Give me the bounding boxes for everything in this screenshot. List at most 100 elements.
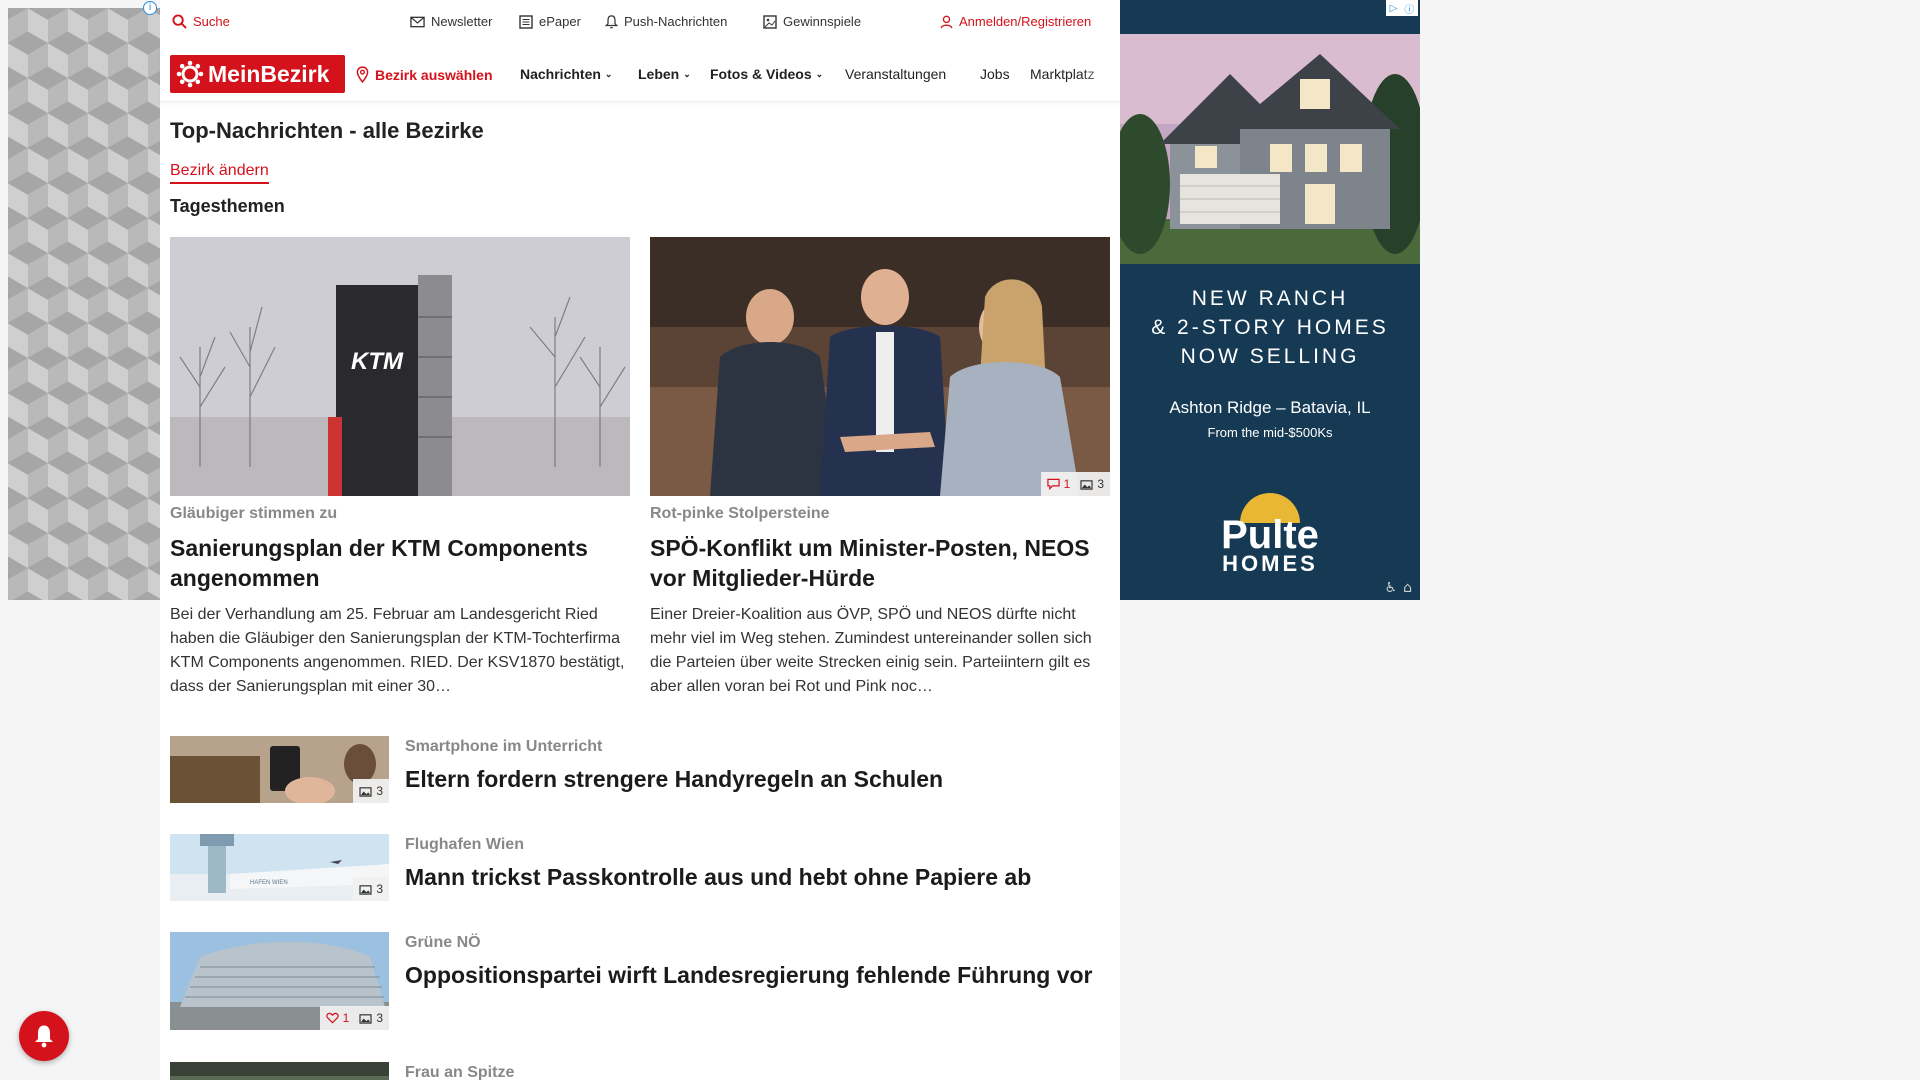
- user-icon: [940, 15, 953, 28]
- ktm-building-image: KTM: [170, 237, 630, 496]
- photo-icon: [359, 884, 372, 895]
- article-kicker: Grüne NÖ: [405, 934, 481, 951]
- article-thumbnail[interactable]: [170, 1062, 389, 1080]
- display-ad-right[interactable]: NEW RANCH & 2-STORY HOMES NOW SELLING As…: [1120, 0, 1420, 600]
- article-image[interactable]: 1 3: [650, 237, 1110, 496]
- search-icon: [172, 14, 187, 29]
- login-label: Anmelden/Registrieren: [959, 14, 1092, 29]
- politicians-handshake-image: [650, 237, 1110, 496]
- article-kicker: Gläubiger stimmen zu: [170, 505, 338, 522]
- featured-article-card[interactable]: 1 3 Rot-pinke Stolpersteine SPÖ-Konflikt…: [650, 237, 1110, 699]
- comment-icon: [1046, 478, 1060, 490]
- pulte-homes-logo: Pulte HOMES: [1210, 485, 1330, 576]
- location-pin-icon: [356, 66, 369, 83]
- nav-item-nachrichten[interactable]: Nachrichten ⌄: [520, 66, 612, 82]
- main-navigation: MeinBezirk Bezirk auswählen Nachrichten ⌄…: [160, 46, 1120, 102]
- logo-text: MeinBezirk: [208, 60, 330, 87]
- article-teaser: Bei der Verhandlung am 25. Februar am La…: [170, 606, 625, 695]
- article-kicker: Frau an Spitze: [405, 1064, 515, 1080]
- gewinnspiele-link[interactable]: Gewinnspiele: [763, 14, 861, 29]
- utility-bar: Suche Newsletter ePaper Push-Nachrichten…: [160, 0, 1120, 46]
- nav-item-label: Nachrichten: [520, 66, 601, 82]
- article-thumbnail[interactable]: 3: [170, 736, 389, 803]
- photo-icon: [359, 786, 372, 797]
- section-title: Tagesthemen: [170, 196, 285, 216]
- nav-item-label: Fotos & Videos: [710, 66, 812, 82]
- newsletter-link[interactable]: Newsletter: [410, 14, 492, 29]
- article-meta-badge: 3: [353, 779, 389, 803]
- gewinnspiele-label: Gewinnspiele: [783, 14, 862, 29]
- article-meta-badge: 3: [353, 877, 389, 901]
- nav-item-jobs[interactable]: Jobs: [980, 66, 1010, 82]
- adchoices-icon[interactable]: ▷ ⓘ: [1386, 0, 1418, 16]
- push-notifications-link[interactable]: Push-Nachrichten: [605, 14, 727, 29]
- site-logo[interactable]: MeinBezirk: [170, 55, 345, 93]
- select-district-button[interactable]: Bezirk auswählen: [356, 66, 493, 83]
- ad-location: Ashton Ridge – Batavia, IL: [1169, 398, 1371, 417]
- login-link[interactable]: Anmelden/Registrieren: [940, 14, 1091, 29]
- info-icon: ⓘ: [1404, 4, 1415, 16]
- nav-item-leben[interactable]: Leben ⌄: [638, 66, 691, 82]
- airport-sign-text: HAFEN WIEN: [250, 880, 288, 886]
- ad-footer-icons: ♿ ⌂: [1385, 580, 1412, 596]
- article-title[interactable]: Eltern fordern strengere Handyregeln an …: [405, 764, 1105, 795]
- photo-count: 3: [376, 882, 383, 896]
- page-title: Top-Nachrichten - alle Bezirke: [170, 118, 484, 143]
- article-kicker: Flughafen Wien: [405, 836, 524, 853]
- logo-sun-icon: [176, 60, 204, 88]
- nav-item-label: Leben: [638, 66, 680, 82]
- comments-count: 1: [1046, 477, 1070, 491]
- select-district-label: Bezirk auswählen: [375, 66, 493, 83]
- nav-item-label: Veranstaltungen: [845, 66, 947, 82]
- epaper-label: ePaper: [539, 14, 581, 29]
- photo-count: 3: [376, 1011, 383, 1025]
- ad-info-icon[interactable]: i: [143, 1, 157, 15]
- photo-icon: [359, 1013, 372, 1024]
- featured-article-card[interactable]: KTM Gläubiger stimmen zu Sanierungsplan …: [170, 237, 630, 699]
- play-icon: ▷: [1389, 2, 1398, 14]
- photo-count: 3: [1097, 477, 1104, 491]
- mail-icon: [410, 16, 425, 27]
- ktm-sign-text: KTM: [351, 348, 404, 375]
- article-title[interactable]: Mann trickst Passkontrolle aus und hebt …: [405, 862, 1105, 893]
- epaper-link[interactable]: ePaper: [519, 14, 581, 29]
- search-label: Suche: [193, 14, 230, 29]
- article-image[interactable]: KTM: [170, 237, 630, 496]
- push-label: Push-Nachrichten: [624, 14, 728, 29]
- gift-icon: [763, 14, 777, 29]
- article-title[interactable]: Oppositionspartei wirft Landesregierung …: [405, 960, 1105, 991]
- photo-icon: [1080, 479, 1093, 490]
- article-thumbnail[interactable]: 1 3: [170, 932, 389, 1030]
- main-column: Suche Newsletter ePaper Push-Nachrichten…: [160, 0, 1120, 1080]
- ad-house-image: [1120, 34, 1420, 264]
- heart-icon: [325, 1012, 339, 1024]
- article-title[interactable]: Sanierungsplan der KTM Components angeno…: [170, 533, 630, 593]
- article-meta-badge: 1 3: [1040, 472, 1110, 496]
- article-meta-badge: 1 3: [319, 1006, 389, 1030]
- bell-icon: [35, 1025, 53, 1048]
- chevron-down-icon: ⌄: [815, 68, 824, 79]
- newsletter-label: Newsletter: [431, 14, 493, 29]
- article-thumbnail[interactable]: HAFEN WIEN 3: [170, 834, 389, 901]
- ad-price: From the mid-$500Ks: [1207, 425, 1333, 440]
- newspaper-icon: [519, 14, 533, 29]
- accessibility-icon: ♿: [1384, 580, 1398, 596]
- photo-count: 3: [376, 784, 383, 798]
- likes-count: 1: [325, 1011, 349, 1025]
- article-kicker: Smartphone im Unterricht: [405, 738, 603, 755]
- equal-housing-icon: ⌂: [1403, 580, 1412, 596]
- skin-ad-left[interactable]: [8, 8, 160, 600]
- bell-icon: [605, 14, 618, 28]
- search-button[interactable]: Suche: [172, 14, 230, 29]
- nav-item-fotos-videos[interactable]: Fotos & Videos ⌄: [710, 66, 823, 82]
- nav-item-veranstaltungen[interactable]: Veranstaltungen: [845, 66, 946, 82]
- nav-fade-overlay: [1080, 56, 1120, 96]
- ad-headline: NEW RANCH & 2-STORY HOMES NOW SELLING: [1151, 287, 1389, 368]
- change-district-link[interactable]: Bezirk ändern: [170, 162, 269, 184]
- article-teaser: Einer Dreier-Koalition aus ÖVP, SPÖ und …: [650, 606, 1092, 695]
- chevron-down-icon: ⌄: [683, 68, 691, 79]
- notification-bell-button[interactable]: [19, 1011, 69, 1061]
- article-title[interactable]: SPÖ-Konflikt um Minister-Posten, NEOS vo…: [650, 533, 1110, 593]
- chevron-down-icon: ⌄: [604, 68, 613, 79]
- nav-item-label: Jobs: [980, 66, 1010, 82]
